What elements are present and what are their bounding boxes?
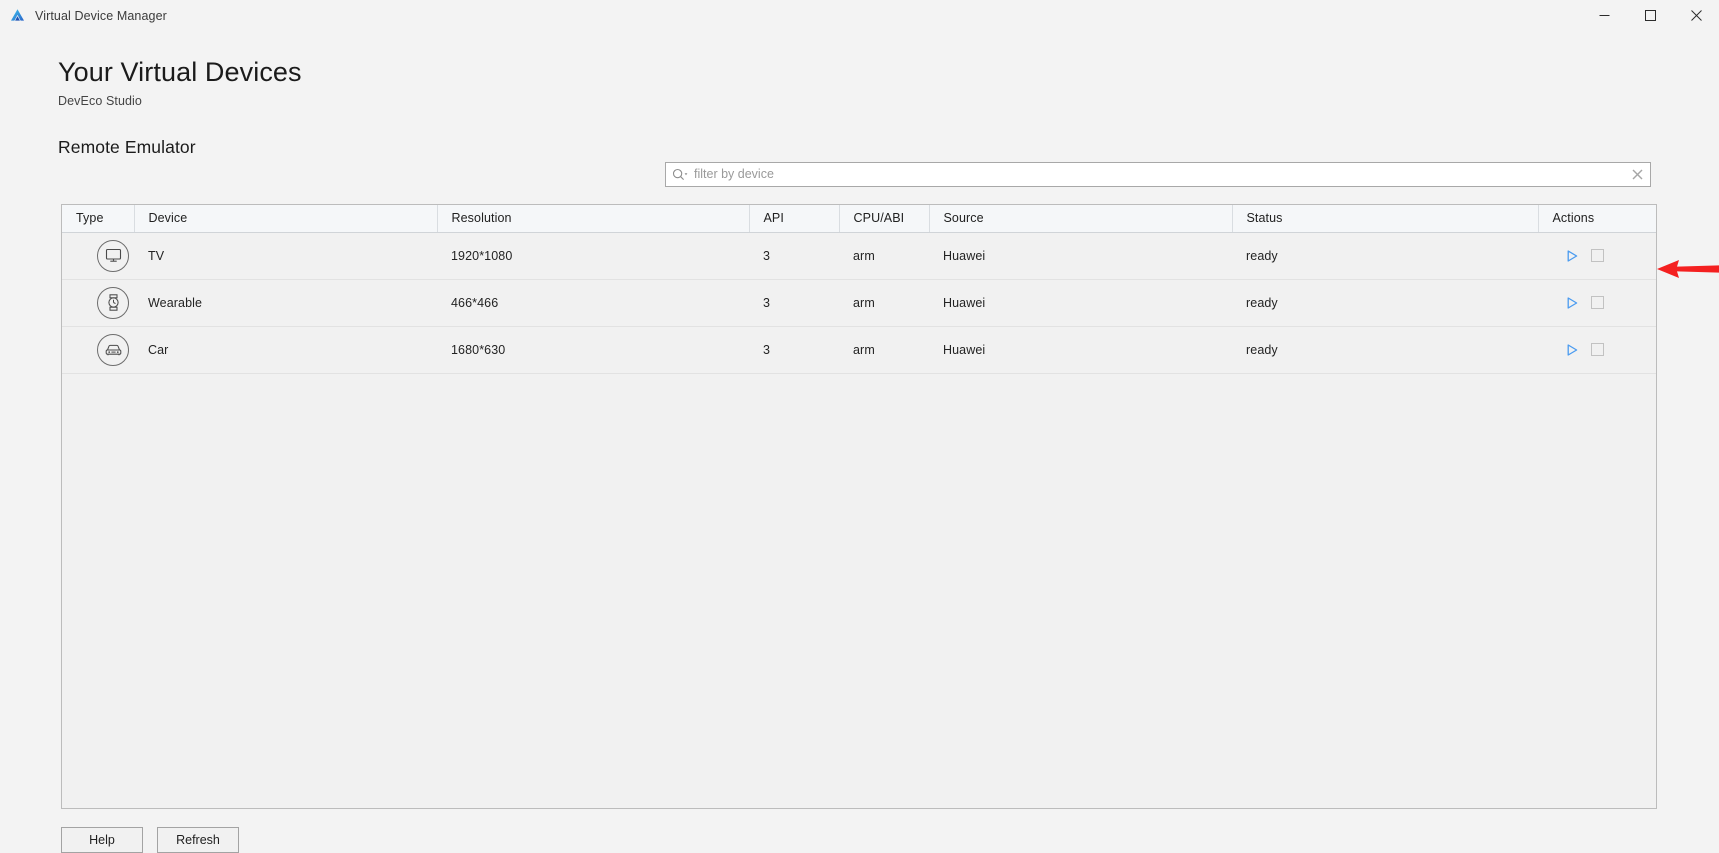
minimize-button[interactable] bbox=[1581, 0, 1627, 31]
footer-buttons: Help Refresh bbox=[61, 827, 239, 853]
row-actions bbox=[1538, 295, 1656, 311]
cell-cpu-abi: arm bbox=[839, 232, 929, 280]
devices-table-frame: Type Device Resolution API CPU/ABI Sourc… bbox=[61, 204, 1657, 809]
page-title: Your Virtual Devices bbox=[58, 57, 302, 87]
cell-source: Huawei bbox=[929, 279, 1232, 327]
deveco-triangle-logo-icon bbox=[9, 7, 26, 24]
row-actions bbox=[1538, 248, 1656, 264]
play-icon[interactable] bbox=[1564, 295, 1580, 311]
cell-device: Car bbox=[134, 326, 437, 374]
cell-type bbox=[62, 232, 134, 280]
cell-api: 3 bbox=[749, 279, 839, 327]
watch-icon bbox=[97, 286, 129, 319]
column-header-type[interactable]: Type bbox=[62, 205, 135, 233]
column-header-api[interactable]: API bbox=[749, 205, 840, 233]
cell-source: Huawei bbox=[929, 232, 1232, 280]
cell-cpu-abi: arm bbox=[839, 326, 929, 374]
red-left-arrow-annotation-icon bbox=[1657, 258, 1719, 280]
minimize-icon bbox=[1599, 15, 1609, 16]
cell-resolution: 1680*630 bbox=[437, 326, 749, 374]
section-header-row: Remote Emulator bbox=[0, 108, 1719, 164]
cell-cpu-abi: arm bbox=[839, 279, 929, 327]
table-body: TV 1920*1080 3 arm Huawei ready Wearable… bbox=[62, 232, 1656, 374]
cell-status: ready bbox=[1232, 326, 1538, 374]
stop-icon[interactable] bbox=[1591, 249, 1604, 262]
page-body: Your Virtual Devices DevEco Studio Remot… bbox=[0, 31, 1719, 853]
devices-table: Type Device Resolution API CPU/ABI Sourc… bbox=[62, 205, 1656, 374]
search-icon[interactable] bbox=[672, 168, 694, 181]
play-icon[interactable] bbox=[1564, 248, 1580, 264]
clear-search-icon[interactable] bbox=[1624, 169, 1650, 180]
filter-search-box[interactable] bbox=[665, 162, 1651, 187]
cell-actions bbox=[1538, 326, 1656, 374]
column-header-device[interactable]: Device bbox=[134, 205, 438, 233]
close-icon bbox=[1690, 10, 1702, 21]
cell-actions bbox=[1538, 279, 1656, 327]
maximize-icon bbox=[1644, 10, 1656, 21]
column-header-status[interactable]: Status bbox=[1232, 205, 1539, 233]
column-header-cpu-abi[interactable]: CPU/ABI bbox=[839, 205, 930, 233]
cell-device: Wearable bbox=[134, 279, 437, 327]
cell-status: ready bbox=[1232, 279, 1538, 327]
table-header: Type Device Resolution API CPU/ABI Sourc… bbox=[62, 205, 1656, 233]
cell-actions bbox=[1538, 232, 1656, 280]
maximize-button[interactable] bbox=[1627, 0, 1673, 31]
cell-api: 3 bbox=[749, 232, 839, 280]
stop-icon[interactable] bbox=[1591, 343, 1604, 356]
search-input[interactable] bbox=[694, 164, 1624, 185]
window-titlebar: Virtual Device Manager bbox=[0, 0, 1719, 31]
column-header-actions[interactable]: Actions bbox=[1538, 205, 1656, 233]
cell-status: ready bbox=[1232, 232, 1538, 280]
close-button[interactable] bbox=[1673, 0, 1719, 31]
cell-resolution: 1920*1080 bbox=[437, 232, 749, 280]
titlebar-left-group: Virtual Device Manager bbox=[0, 7, 167, 24]
table-row[interactable]: Car 1680*630 3 arm Huawei ready bbox=[62, 326, 1656, 374]
play-icon[interactable] bbox=[1564, 342, 1580, 358]
cell-type bbox=[62, 326, 134, 374]
tv-icon bbox=[97, 239, 129, 272]
section-title: Remote Emulator bbox=[58, 136, 196, 157]
window-title: Virtual Device Manager bbox=[35, 8, 167, 23]
cell-resolution: 466*466 bbox=[437, 279, 749, 327]
table-row[interactable]: TV 1920*1080 3 arm Huawei ready bbox=[62, 232, 1656, 280]
table-row[interactable]: Wearable 466*466 3 arm Huawei ready bbox=[62, 279, 1656, 327]
page-subtitle: DevEco Studio bbox=[58, 94, 142, 108]
column-header-source[interactable]: Source bbox=[929, 205, 1233, 233]
car-icon bbox=[97, 333, 129, 366]
table-header-row: Type Device Resolution API CPU/ABI Sourc… bbox=[62, 205, 1656, 233]
cell-device: TV bbox=[134, 232, 437, 280]
row-actions bbox=[1538, 342, 1656, 358]
cell-api: 3 bbox=[749, 326, 839, 374]
window-controls bbox=[1581, 0, 1719, 31]
refresh-button[interactable]: Refresh bbox=[157, 827, 239, 853]
help-button[interactable]: Help bbox=[61, 827, 143, 853]
cell-type bbox=[62, 279, 134, 327]
column-header-resolution[interactable]: Resolution bbox=[437, 205, 750, 233]
stop-icon[interactable] bbox=[1591, 296, 1604, 309]
cell-source: Huawei bbox=[929, 326, 1232, 374]
